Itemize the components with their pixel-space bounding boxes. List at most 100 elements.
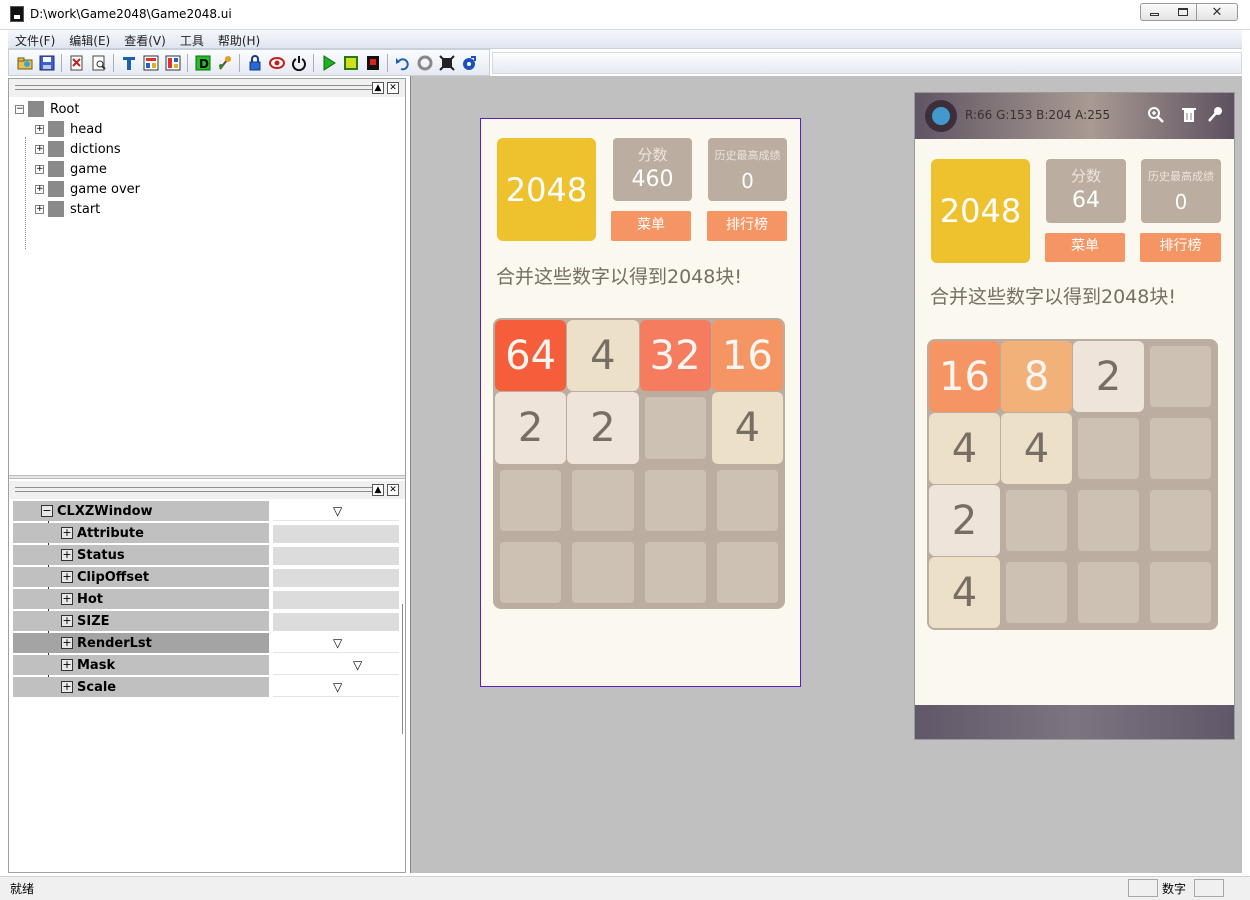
panel-grip[interactable] [15, 487, 373, 492]
property-row-status[interactable]: + Status [13, 545, 401, 567]
property-row-size[interactable]: + SIZE [13, 611, 401, 633]
tree-node-head[interactable]: + head [35, 120, 102, 138]
game-board[interactable]: 16 8 2 4 4 2 4 [927, 339, 1218, 630]
property-label: Attribute [77, 526, 144, 541]
minimize-button[interactable] [1140, 3, 1169, 21]
save-button[interactable] [37, 53, 56, 72]
panel-splitter[interactable] [9, 475, 405, 479]
property-value[interactable] [273, 613, 399, 631]
property-value[interactable] [273, 525, 399, 543]
text-tool-button[interactable] [119, 53, 138, 72]
play-button[interactable] [319, 53, 338, 72]
export-button[interactable] [67, 53, 86, 72]
property-row-renderlst[interactable]: + RenderLst ▽ [13, 633, 401, 655]
power-button[interactable] [289, 53, 308, 72]
menu-file[interactable]: 文件(F) [8, 30, 62, 48]
expand-icon[interactable]: + [61, 681, 73, 693]
color-swatch [932, 107, 950, 125]
expand-icon[interactable]: + [61, 571, 73, 583]
game-preview-window[interactable]: R:66 G:153 B:204 A:255 2048 分数 64 历史最高成绩… [914, 92, 1235, 740]
board-cell [644, 541, 706, 603]
game-window-selected[interactable]: 2048 分数 460 历史最高成绩 0 菜单 排行榜 合并这些数字以得到204… [480, 118, 801, 687]
open-button[interactable] [15, 53, 34, 72]
panel-maximize-button[interactable]: ▲ [372, 82, 384, 94]
undo-icon [395, 57, 409, 70]
game-board[interactable]: 64 4 32 16 2 2 4 [493, 318, 785, 609]
collapse-icon[interactable]: − [15, 104, 24, 114]
tree-node-dictions[interactable]: + dictions [35, 140, 121, 158]
restore-button[interactable] [1168, 3, 1197, 21]
leaderboard-button[interactable]: 排行榜 [707, 211, 787, 241]
expand-icon[interactable]: + [35, 144, 44, 154]
preview-button[interactable] [89, 53, 108, 72]
visibility-button[interactable] [267, 53, 286, 72]
paint-button[interactable] [215, 53, 234, 72]
expand-icon[interactable]: + [35, 124, 44, 134]
layout-tool-button[interactable] [141, 53, 160, 72]
expand-icon[interactable]: + [61, 549, 73, 561]
panel-close-button[interactable]: ✕ [387, 82, 399, 94]
score-box: 分数 64 [1046, 159, 1126, 223]
dropdown-arrow-icon[interactable]: ▽ [333, 636, 342, 650]
tree-node-game[interactable]: + game [35, 160, 107, 178]
design-canvas[interactable]: 2048 分数 460 历史最高成绩 0 菜单 排行榜 合并这些数字以得到204… [410, 76, 1242, 873]
collapse-icon[interactable]: − [41, 505, 53, 517]
target-button[interactable] [459, 53, 478, 72]
tree-node-root[interactable]: − Root [15, 100, 79, 118]
property-value-dropdown[interactable]: ▽ [273, 503, 399, 521]
pin-icon[interactable] [1207, 106, 1223, 128]
property-value-dropdown[interactable]: ▽ [273, 635, 399, 653]
property-value-dropdown[interactable]: ▽ [273, 679, 399, 697]
property-value-dropdown[interactable]: ▽ [273, 657, 399, 675]
dropdown-arrow-icon[interactable]: ▽ [353, 658, 362, 672]
property-scrollbar[interactable] [402, 604, 403, 734]
record-button[interactable] [363, 53, 382, 72]
color-picker-swatch[interactable] [925, 100, 957, 132]
property-value[interactable] [273, 591, 399, 609]
expand-icon[interactable]: + [61, 659, 73, 671]
close-button[interactable]: ✕ [1196, 3, 1238, 21]
property-value[interactable] [273, 569, 399, 587]
property-value[interactable] [273, 547, 399, 565]
undo-button[interactable] [393, 53, 412, 72]
tree-node-game-over[interactable]: + game over [35, 180, 140, 198]
expand-icon[interactable]: + [61, 637, 73, 649]
menu-bar: 文件(F) 编辑(E) 查看(V) 工具 帮助(H) [8, 30, 1242, 49]
play-icon [323, 54, 336, 71]
board-cell [1006, 490, 1067, 551]
expand-icon[interactable]: + [61, 527, 73, 539]
panel-tool-button[interactable] [163, 53, 182, 72]
zoom-icon[interactable] [1147, 106, 1165, 128]
lock-button[interactable] [245, 53, 264, 72]
debug-button[interactable]: D [193, 53, 212, 72]
leaderboard-button[interactable]: 排行榜 [1140, 233, 1221, 262]
expand-icon[interactable]: + [35, 164, 44, 174]
expand-icon[interactable]: + [35, 184, 44, 194]
layout-grid-icon [143, 55, 158, 70]
menu-tools[interactable]: 工具 [173, 30, 211, 48]
dropdown-arrow-icon[interactable]: ▽ [333, 680, 342, 694]
menu-button[interactable]: 菜单 [611, 211, 691, 241]
refresh-button[interactable] [415, 53, 434, 72]
menu-edit[interactable]: 编辑(E) [62, 30, 117, 48]
property-row-hot[interactable]: + Hot [13, 589, 401, 611]
menu-view[interactable]: 查看(V) [117, 30, 173, 48]
property-row-attribute[interactable]: + Attribute [13, 523, 401, 545]
property-row-clipoffset[interactable]: + ClipOffset [13, 567, 401, 589]
expand-icon[interactable]: + [61, 593, 73, 605]
expand-icon[interactable]: + [61, 615, 73, 627]
panel-close-button[interactable]: ✕ [387, 484, 399, 496]
menu-button[interactable]: 菜单 [1045, 233, 1125, 262]
expand-icon[interactable]: + [35, 204, 44, 214]
menu-help[interactable]: 帮助(H) [211, 30, 267, 48]
property-row-scale[interactable]: + Scale ▽ [13, 677, 401, 699]
tree-node-start[interactable]: + start [35, 200, 100, 218]
trash-icon[interactable] [1181, 106, 1197, 128]
property-row-mask[interactable]: + Mask ▽ [13, 655, 401, 677]
property-row-root[interactable]: − CLXZWindow ▽ [13, 501, 401, 523]
stop-button[interactable] [341, 53, 360, 72]
panel-grip[interactable] [15, 85, 373, 90]
fit-button[interactable] [437, 53, 456, 72]
dropdown-arrow-icon[interactable]: ▽ [333, 504, 342, 518]
panel-maximize-button[interactable]: ▲ [372, 484, 384, 496]
